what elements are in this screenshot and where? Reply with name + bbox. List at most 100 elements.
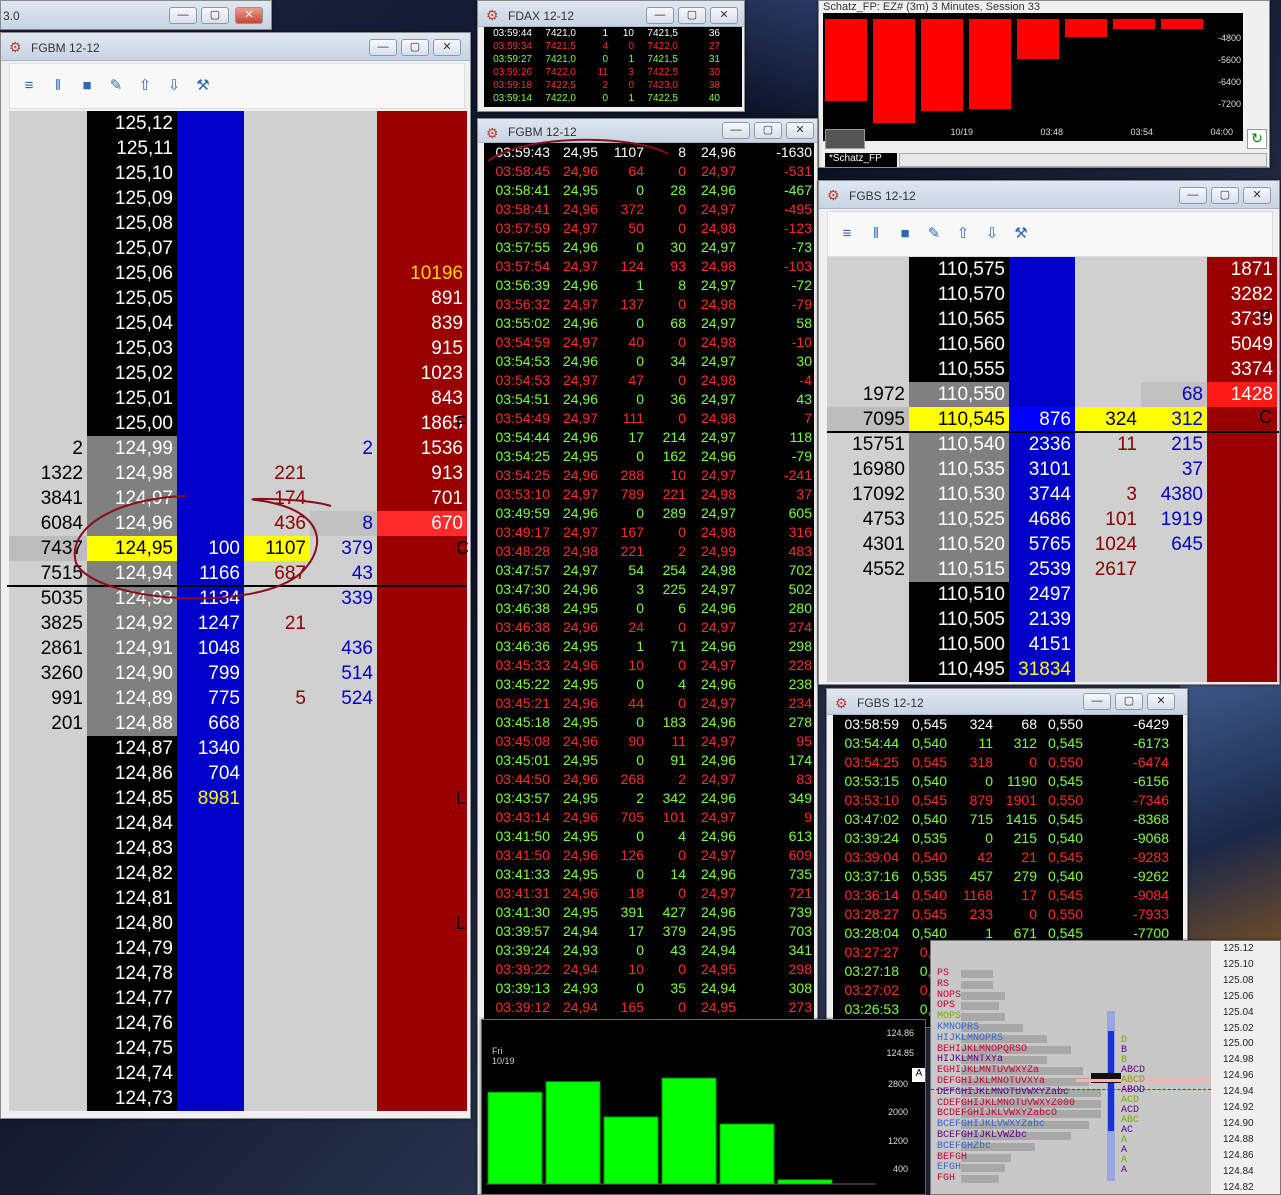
trade-row[interactable]: 03:46:38 24,95 0 6 24,96 280 bbox=[484, 599, 814, 618]
trade-row[interactable]: 03:37:16 0,535 457 279 0,540 -9262 bbox=[833, 867, 1183, 886]
trade-row[interactable]: 03:57:55 24,96 0 30 24,97 -73 bbox=[484, 238, 814, 257]
price-cell[interactable]: 124,85 bbox=[87, 786, 177, 811]
trade-row[interactable]: 03:48:28 24,98 221 2 24,99 483 bbox=[484, 542, 814, 561]
center-ladder-icon[interactable]: ≡ bbox=[16, 73, 42, 99]
trade-row[interactable]: 03:36:14 0,540 1168 17 0,545 -9084 bbox=[833, 886, 1183, 905]
price-cell[interactable]: 124,84 bbox=[87, 811, 177, 836]
trade-row[interactable]: 03:46:36 24,95 1 71 24,96 298 bbox=[484, 637, 814, 656]
ask-size-cell[interactable] bbox=[377, 586, 467, 611]
ask-size-cell[interactable]: 3282 bbox=[1207, 282, 1277, 307]
trade-row[interactable]: 03:47:30 24,96 3 225 24,97 502 bbox=[484, 580, 814, 599]
minimize-button[interactable]: — bbox=[1083, 693, 1111, 710]
bid-size-cell[interactable] bbox=[177, 386, 244, 411]
ladder-row[interactable]: 124,73 bbox=[9, 1086, 467, 1111]
ask-size-cell[interactable] bbox=[377, 711, 467, 736]
ladder-row[interactable]: 125,05 891 bbox=[9, 286, 467, 311]
ladder-row[interactable]: 110,510 2497 bbox=[827, 582, 1279, 607]
trade-row[interactable]: 03:49:17 24,97 167 0 24,98 316 bbox=[484, 523, 814, 542]
ask-size-cell[interactable] bbox=[1207, 557, 1277, 582]
price-cell[interactable]: 125,04 bbox=[87, 311, 177, 336]
ladder-row[interactable]: 125,11 bbox=[9, 136, 467, 161]
price-cell[interactable]: 124,77 bbox=[87, 986, 177, 1011]
trades-tape[interactable]: 03:59:44 7421,0 1 10 7421,5 36 03:59:34 7421,5 4… bbox=[484, 27, 742, 107]
export-icon[interactable]: ⇧ bbox=[950, 221, 976, 247]
ask-size-cell[interactable]: 1428 bbox=[1207, 382, 1277, 407]
trade-row[interactable]: 03:53:10 0,545 879 1901 0,550 -7346 bbox=[833, 791, 1183, 810]
bid-size-cell[interactable] bbox=[177, 161, 244, 186]
trade-row[interactable]: 03:41:33 24,95 0 14 24,96 735 bbox=[484, 865, 814, 884]
trade-row[interactable]: 03:47:57 24,97 54 254 24,98 702 bbox=[484, 561, 814, 580]
ladder-row[interactable]: 125,00 1865 bbox=[9, 411, 467, 436]
ladder-row[interactable]: 124,82 bbox=[9, 861, 467, 886]
bid-size-cell[interactable] bbox=[177, 461, 244, 486]
ladder-row[interactable]: 110,560 5049 bbox=[827, 332, 1279, 357]
close-button[interactable]: ✕ bbox=[1147, 693, 1175, 710]
price-cell[interactable]: 110,520 bbox=[909, 532, 1009, 557]
price-cell[interactable]: 110,535 bbox=[909, 457, 1009, 482]
trade-row[interactable]: 03:59:34 7421,5 4 0 7422,0 27 bbox=[484, 40, 742, 53]
fgbm-dom-window[interactable]: ⚙ FGBM 12-12 — ▢ ✕ ≡ ‖ ■ ✎ ⇧ ⇩ ⚒ 125,12 1… bbox=[0, 32, 471, 1119]
ask-size-cell[interactable]: 915 bbox=[377, 336, 467, 361]
trade-row[interactable]: 03:45:08 24,96 90 11 24,97 95 bbox=[484, 732, 814, 751]
trade-row[interactable]: 03:56:32 24,97 137 0 24,98 -79 bbox=[484, 295, 814, 314]
fdax-time-sales-window[interactable]: ⚙ FDAX 12-12 — ▢ ✕ 03:59:44 7421,0 1 10 7421… bbox=[477, 0, 745, 112]
trade-row[interactable]: 03:39:57 24,94 17 379 24,95 703 bbox=[484, 922, 814, 941]
ask-size-cell[interactable] bbox=[1207, 507, 1277, 532]
ask-size-cell[interactable] bbox=[377, 211, 467, 236]
bid-size-cell[interactable]: 8981 bbox=[177, 786, 244, 811]
trade-row[interactable]: 03:58:41 24,95 0 28 24,96 -467 bbox=[484, 181, 814, 200]
trade-row[interactable]: 03:57:54 24,97 124 93 24,98 -103 bbox=[484, 257, 814, 276]
price-cell[interactable]: 110,550 bbox=[909, 382, 1009, 407]
export-icon[interactable]: ⇧ bbox=[132, 73, 158, 99]
import-icon[interactable]: ⇩ bbox=[161, 73, 187, 99]
trade-row[interactable]: 03:59:27 7421,0 0 1 7421,5 31 bbox=[484, 53, 742, 66]
bid-size-cell[interactable] bbox=[177, 336, 244, 361]
auto-scale-button[interactable]: A bbox=[912, 1068, 925, 1082]
bid-size-cell[interactable]: 3744 bbox=[1009, 482, 1075, 507]
price-cell[interactable]: 124,99 bbox=[87, 436, 177, 461]
ladder-row[interactable]: 3260 124,90 799 514 bbox=[9, 661, 467, 686]
trade-row[interactable]: 03:56:39 24,96 1 8 24,97 -72 bbox=[484, 276, 814, 295]
delta-chart[interactable]: -4800 -5600 -6400 -7200 10/19 03:48 03:5… bbox=[823, 13, 1243, 141]
ask-size-cell[interactable] bbox=[1207, 657, 1277, 682]
ask-size-cell[interactable] bbox=[1207, 607, 1277, 632]
ask-size-cell[interactable] bbox=[377, 861, 467, 886]
trade-row[interactable]: 03:59:14 7422,0 0 1 7422,5 40 bbox=[484, 92, 742, 105]
close-button[interactable]: ✕ bbox=[1243, 187, 1271, 204]
volume-chart-window[interactable]: Fri 10/19 124.86 124.85 A 2800 2000 1200… bbox=[481, 1019, 926, 1195]
trade-row[interactable]: 03:54:59 24,97 40 0 24,98 -10 bbox=[484, 333, 814, 352]
market-profile-window[interactable]: PS RS NOPS OPS MOPS KMNOPRS HIJKLMNOPRS BEHIJKL… bbox=[930, 940, 1281, 1195]
ask-size-cell[interactable] bbox=[1207, 632, 1277, 657]
price-cell[interactable]: 124,89 bbox=[87, 686, 177, 711]
trade-row[interactable]: 03:58:59 0,545 324 68 0,550 -6429 bbox=[833, 715, 1183, 734]
columns-icon[interactable]: ‖ bbox=[863, 221, 889, 247]
broom-icon[interactable]: ✎ bbox=[921, 221, 947, 247]
ask-size-cell[interactable]: 843 bbox=[377, 386, 467, 411]
trade-row[interactable]: 03:39:12 24,94 165 0 24,95 273 bbox=[484, 998, 814, 1017]
trade-row[interactable]: 03:47:02 0,540 715 1415 0,545 -8368 bbox=[833, 810, 1183, 829]
trade-row[interactable]: 03:59:18 7422,5 2 0 7423,0 38 bbox=[484, 79, 742, 92]
ladder-row[interactable]: 7095 110,545 876 324 312 bbox=[827, 407, 1279, 432]
bid-size-cell[interactable]: 799 bbox=[177, 661, 244, 686]
ladder-row[interactable]: 2 124,99 2 1536 bbox=[9, 436, 467, 461]
price-cell[interactable]: 125,07 bbox=[87, 236, 177, 261]
ask-size-cell[interactable] bbox=[377, 886, 467, 911]
bid-size-cell[interactable]: 5765 bbox=[1009, 532, 1075, 557]
price-cell[interactable]: 124,79 bbox=[87, 936, 177, 961]
price-cell[interactable]: 110,525 bbox=[909, 507, 1009, 532]
ladder-row[interactable]: 110,500 4151 bbox=[827, 632, 1279, 657]
price-cell[interactable]: 110,510 bbox=[909, 582, 1009, 607]
ask-size-cell[interactable] bbox=[377, 1061, 467, 1086]
price-cell[interactable]: 110,575 bbox=[909, 257, 1009, 282]
ladder-row[interactable]: 124,87 1340 bbox=[9, 736, 467, 761]
ladder-row[interactable]: 991 124,89 775 5 524 bbox=[9, 686, 467, 711]
bucket-icon[interactable]: ■ bbox=[892, 221, 918, 247]
bid-size-cell[interactable] bbox=[177, 886, 244, 911]
trade-row[interactable]: 03:59:26 7422,0 11 3 7422,5 30 bbox=[484, 66, 742, 79]
bid-size-cell[interactable]: 3101 bbox=[1009, 457, 1075, 482]
chart-scroll-thumb[interactable] bbox=[825, 129, 865, 149]
minimize-button[interactable]: — bbox=[646, 7, 674, 24]
ask-size-cell[interactable]: 701 bbox=[377, 486, 467, 511]
price-cell[interactable]: 110,540 bbox=[909, 432, 1009, 457]
ladder-row[interactable]: 4552 110,515 2539 2617 bbox=[827, 557, 1279, 582]
